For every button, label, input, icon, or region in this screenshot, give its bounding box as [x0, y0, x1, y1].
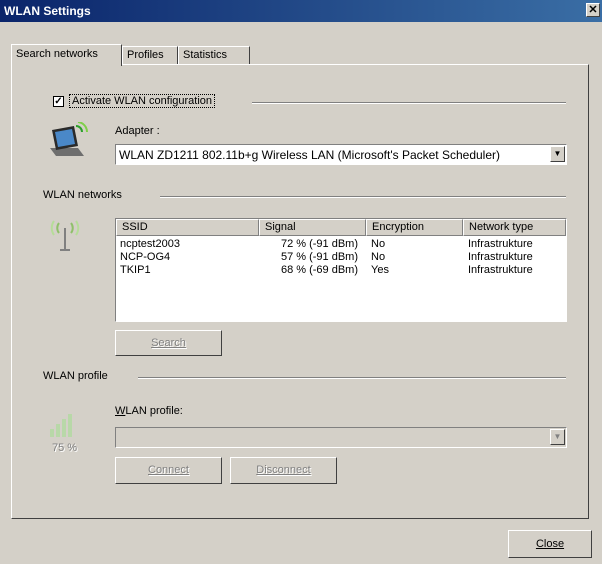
table-row[interactable]: NCP-OG4 57 % (-91 dBm) No Infrastrukture	[116, 251, 568, 264]
networks-group-label: WLAN networks	[43, 189, 122, 201]
signal-cell: 68 % (-69 dBm)	[280, 264, 358, 276]
encryption-cell: No	[371, 238, 386, 250]
network-type-cell: Infrastrukture	[468, 251, 533, 263]
profile-label: WLAN profile:	[115, 405, 183, 417]
title-bar: WLAN Settings ✕	[0, 0, 602, 22]
antenna-icon	[50, 220, 80, 251]
tab-statistics[interactable]: Statistics	[178, 46, 250, 64]
close-icon[interactable]: ✕	[586, 3, 600, 17]
profile-group-label: WLAN profile	[43, 370, 108, 382]
window-title: WLAN Settings	[4, 4, 91, 18]
ssid-cell: ncptest2003	[120, 238, 180, 250]
connect-button[interactable]: Connect	[115, 457, 222, 484]
column-header-encryption[interactable]: Encryption	[366, 219, 463, 236]
activate-label[interactable]: Activate WLAN configuration	[69, 94, 216, 108]
column-header-network-type[interactable]: Network type	[463, 219, 566, 236]
table-row[interactable]: TKIP1 68 % (-69 dBm) Yes Infrastrukture	[116, 264, 568, 277]
signal-strength-icon	[50, 414, 72, 437]
encryption-cell: Yes	[371, 264, 389, 276]
adapter-label: Adapter :	[115, 125, 160, 137]
ssid-cell: NCP-OG4	[120, 251, 171, 263]
search-button[interactable]: Search	[115, 330, 222, 356]
tab-panel: ✓ Activate WLAN configuration Adapter : …	[11, 64, 589, 519]
chevron-down-icon[interactable]: ▼	[550, 146, 565, 162]
network-type-cell: Infrastrukture	[468, 238, 533, 250]
column-header-signal[interactable]: Signal	[259, 219, 366, 236]
tab-search-networks[interactable]: Search networks	[11, 44, 122, 66]
activate-group-line	[252, 102, 566, 104]
signal-percent: 75 %	[52, 442, 78, 454]
signal-cell: 57 % (-91 dBm)	[280, 251, 358, 263]
encryption-cell: No	[371, 251, 386, 263]
chevron-down-icon[interactable]: ▼	[550, 429, 565, 445]
column-header-ssid[interactable]: SSID	[116, 219, 259, 236]
ssid-cell: TKIP1	[120, 264, 151, 276]
profile-select[interactable]: ▼	[115, 427, 567, 448]
close-button[interactable]: Close	[508, 530, 592, 558]
network-type-cell: Infrastrukture	[468, 264, 533, 276]
adapter-select-value: WLAN ZD1211 802.11b+g Wireless LAN (Micr…	[119, 148, 500, 162]
table-row[interactable]: ncptest2003 72 % (-91 dBm) No Infrastruk…	[116, 238, 568, 251]
signal-cell: 72 % (-91 dBm)	[280, 238, 358, 250]
networks-list[interactable]: SSID Signal Encryption Network type ncpt…	[115, 218, 567, 322]
tab-profiles[interactable]: Profiles	[122, 46, 178, 64]
laptop-wireless-icon	[50, 122, 88, 156]
disconnect-button[interactable]: Disconnect	[230, 457, 337, 484]
adapter-select[interactable]: WLAN ZD1211 802.11b+g Wireless LAN (Micr…	[115, 144, 567, 165]
profile-group-line	[138, 377, 566, 379]
networks-group-line	[160, 196, 566, 198]
activate-checkbox[interactable]: ✓	[53, 96, 64, 107]
